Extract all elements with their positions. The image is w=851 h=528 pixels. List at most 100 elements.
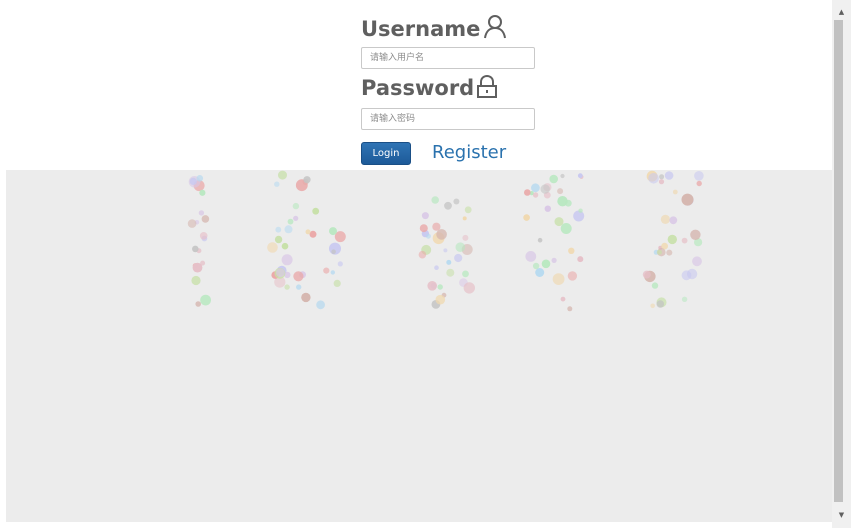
- decorative-dot: [191, 275, 201, 286]
- decorative-dot: [436, 229, 447, 240]
- decorative-dot: [274, 181, 280, 187]
- decorative-dot: [187, 219, 197, 228]
- decorative-dot: [554, 217, 564, 227]
- decorative-dot: [309, 230, 317, 238]
- decorative-dot: [462, 270, 469, 278]
- decorative-dot: [316, 300, 325, 310]
- decorative-dot: [659, 174, 665, 180]
- decorative-dot: [418, 250, 427, 259]
- decorative-dot: [296, 284, 302, 290]
- decorative-dot: [524, 189, 531, 196]
- decorative-dot: [434, 265, 439, 270]
- decorative-dot: [444, 201, 452, 210]
- decorative-dot: [658, 179, 665, 185]
- decorative-dot: [532, 192, 539, 198]
- username-input[interactable]: [361, 47, 535, 69]
- decorative-dot: [656, 300, 665, 308]
- decorative-dot: [195, 301, 201, 307]
- decorative-dot: [284, 225, 293, 234]
- decorative-dot: [463, 282, 475, 294]
- decorative-dot: [651, 282, 659, 289]
- decorative-dot: [535, 268, 545, 277]
- decorative-dot: [198, 210, 205, 216]
- decorative-dot: [681, 270, 692, 281]
- decorative-dot: [312, 207, 320, 215]
- decorative-dot: [293, 215, 299, 221]
- decorative-dot: [201, 215, 210, 223]
- username-label: Username: [361, 17, 481, 41]
- decorative-dot: [523, 214, 530, 221]
- decorative-dot: [337, 261, 343, 267]
- decorative-dot: [192, 245, 199, 253]
- decorative-dot: [435, 294, 446, 305]
- decorative-dot: [667, 234, 677, 245]
- decorative-dot: [421, 212, 429, 220]
- scroll-down-arrow-icon[interactable]: ▼: [832, 508, 851, 522]
- decorative-dot: [189, 177, 197, 185]
- decorative-dot: [462, 216, 467, 221]
- decorative-dot: [427, 281, 438, 291]
- decorative-dot: [446, 259, 452, 265]
- decorative-dot: [281, 242, 289, 250]
- register-link[interactable]: Register: [432, 142, 506, 164]
- decorative-dot: [552, 273, 565, 285]
- decorative-dot: [664, 171, 674, 180]
- decorative-dot: [531, 183, 540, 193]
- decorative-dot: [544, 205, 551, 212]
- username-label-row: Username: [361, 14, 508, 40]
- decorative-dot: [656, 249, 663, 255]
- password-input[interactable]: [361, 108, 535, 130]
- decorative-dot: [660, 214, 671, 224]
- decorative-dot: [443, 248, 448, 253]
- decorative-dot: [540, 184, 550, 194]
- decorative-dot: [557, 196, 568, 207]
- decorative-dot: [267, 242, 278, 253]
- decorative-dot: [196, 175, 204, 182]
- vertical-scrollbar[interactable]: ▲ ▼: [832, 0, 851, 528]
- page: Username Password Login Register ▲ ▼: [0, 0, 851, 528]
- background-panel: [6, 170, 832, 522]
- decorative-dot: [293, 271, 304, 282]
- decorative-dot: [425, 233, 431, 239]
- decorative-dot: [650, 303, 655, 309]
- decorative-dot: [560, 173, 565, 179]
- scroll-up-arrow-icon[interactable]: ▲: [832, 5, 851, 19]
- decorative-dot: [696, 180, 702, 187]
- password-label: Password: [361, 76, 475, 100]
- scroll-thumb[interactable]: [834, 20, 843, 502]
- decorative-dot: [541, 259, 551, 269]
- decorative-dot: [274, 235, 283, 244]
- decorative-dot: [446, 268, 455, 277]
- decorative-dot: [275, 226, 282, 233]
- decorative-dot: [284, 284, 290, 290]
- decorative-dot: [577, 173, 583, 179]
- decorative-dot: [199, 189, 206, 196]
- decorative-dot: [672, 189, 678, 195]
- login-form: Username Password Login Register: [0, 0, 832, 170]
- decorative-dot: [437, 284, 443, 290]
- decorative-dot: [690, 229, 701, 240]
- decorative-dot: [292, 202, 300, 210]
- decorative-dot: [578, 208, 583, 213]
- decorative-dot: [573, 210, 585, 222]
- decorative-dot: [192, 262, 203, 273]
- decorative-dot: [681, 193, 694, 206]
- decorative-dot: [560, 296, 566, 302]
- decorative-dot: [537, 237, 543, 243]
- decorative-dot: [557, 188, 564, 195]
- decorative-dot: [287, 218, 294, 225]
- decorative-dot: [330, 270, 335, 275]
- login-button[interactable]: Login: [361, 142, 411, 165]
- decorative-dot: [681, 296, 688, 302]
- decorative-dot: [567, 271, 578, 281]
- decorative-dot: [323, 267, 330, 274]
- decorative-dot: [560, 223, 572, 234]
- decorative-dot: [305, 229, 311, 235]
- decorative-dot: [200, 294, 212, 306]
- decorative-dot: [278, 170, 287, 180]
- decorative-dot: [669, 216, 678, 225]
- decorative-dot: [525, 251, 537, 262]
- decorative-dot: [333, 279, 341, 287]
- decorative-dot: [281, 254, 293, 266]
- decorative-dot: [462, 234, 469, 241]
